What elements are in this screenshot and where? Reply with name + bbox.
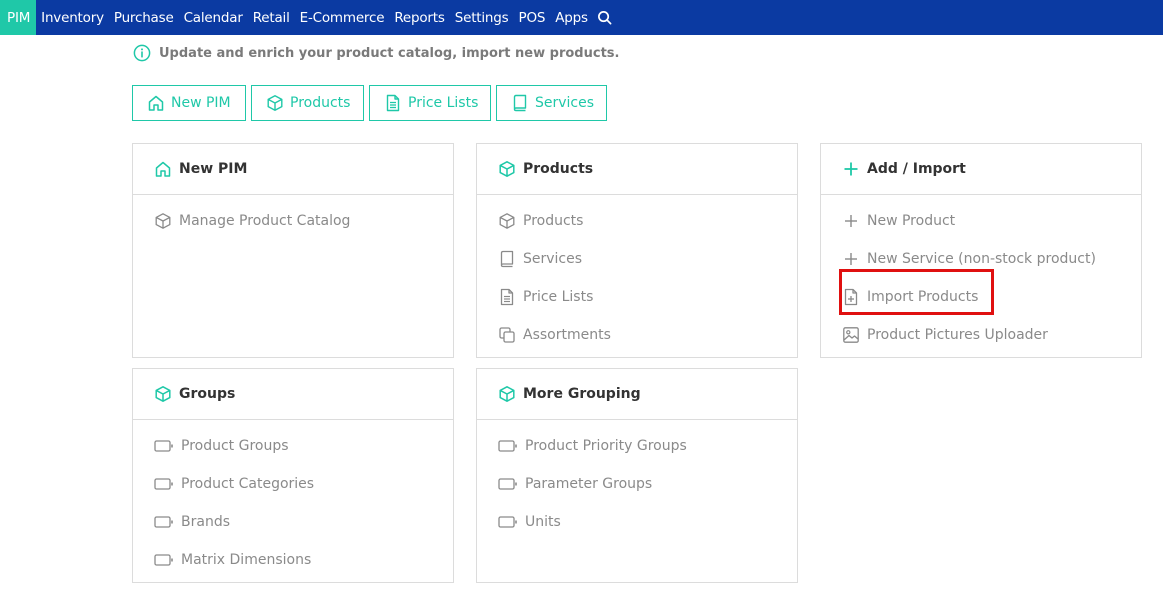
document-icon [384,94,402,112]
nav-item-pim[interactable]: PIM [0,0,37,35]
box-icon [498,385,516,403]
link-product-categories[interactable]: Product Categories [133,465,453,503]
link-assortments[interactable]: Assortments [477,316,797,354]
plus-icon [842,160,860,178]
nav-item-inventory[interactable]: Inventory [36,0,109,35]
nav-item-settings[interactable]: Settings [450,0,514,35]
info-icon [133,44,151,62]
link-product-pictures-uploader[interactable]: Product Pictures Uploader [821,316,1141,354]
copy-icon [498,326,516,344]
card-title: Groups [179,386,236,402]
box-icon [266,94,284,112]
card-title: Products [523,161,594,177]
link-matrix-dimensions[interactable]: Matrix Dimensions [133,541,453,579]
link-new-product[interactable]: New Product [821,202,1141,240]
nav-item-ecommerce[interactable]: E-Commerce [295,0,390,35]
card-header: Products [477,144,797,195]
folder-tag-icon [154,515,174,529]
products-button[interactable]: Products [251,85,364,121]
box-icon [154,212,172,230]
plus-icon [842,250,860,268]
card-title: New PIM [179,161,248,177]
card-title: Add / Import [867,161,966,177]
file-plus-icon [842,288,860,306]
link-manage-product-catalog[interactable]: Manage Product Catalog [133,202,453,240]
link-price-lists[interactable]: Price Lists [477,278,797,316]
book-icon [498,250,516,268]
link-new-service[interactable]: New Service (non-stock product) [821,240,1141,278]
services-button[interactable]: Services [496,85,607,121]
box-icon [154,385,172,403]
box-icon [498,212,516,230]
folder-tag-icon [498,439,518,453]
top-navigation: PIM Inventory Purchase Calendar Retail E… [0,0,1163,35]
folder-tag-icon [154,553,174,567]
box-icon [498,160,516,178]
card-more-grouping: More Grouping Product Priority Groups Pa… [476,368,798,583]
image-icon [842,326,860,344]
card-header: More Grouping [477,369,797,420]
link-product-priority-groups[interactable]: Product Priority Groups [477,427,797,465]
book-icon [511,94,529,112]
link-products[interactable]: Products [477,202,797,240]
card-products: Products Products Services Price Lists A… [476,143,798,358]
link-units[interactable]: Units [477,503,797,541]
card-header: Add / Import [821,144,1141,195]
nav-item-apps[interactable]: Apps [550,0,593,35]
info-text: Update and enrich your product catalog, … [159,45,620,61]
card-title: More Grouping [523,386,641,402]
home-icon [154,160,172,178]
info-message: Update and enrich your product catalog, … [133,44,619,62]
nav-item-purchase[interactable]: Purchase [109,0,179,35]
folder-tag-icon [154,439,174,453]
link-brands[interactable]: Brands [133,503,453,541]
nav-item-reports[interactable]: Reports [389,0,449,35]
home-icon [147,94,165,112]
quick-buttons: New PIM Products Price Lists Services [132,85,607,121]
plus-icon [842,212,860,230]
folder-tag-icon [498,477,518,491]
price-lists-button[interactable]: Price Lists [369,85,491,121]
nav-item-pos[interactable]: POS [514,0,551,35]
folder-tag-icon [154,477,174,491]
nav-item-calendar[interactable]: Calendar [179,0,248,35]
card-groups: Groups Product Groups Product Categories… [132,368,454,583]
card-header: Groups [133,369,453,420]
link-parameter-groups[interactable]: Parameter Groups [477,465,797,503]
nav-item-retail[interactable]: Retail [248,0,295,35]
folder-tag-icon [498,515,518,529]
link-import-products[interactable]: Import Products [821,278,1141,316]
link-services[interactable]: Services [477,240,797,278]
card-header: New PIM [133,144,453,195]
card-new-pim: New PIM Manage Product Catalog [132,143,454,358]
document-icon [498,288,516,306]
card-add-import: Add / Import New Product New Service (no… [820,143,1142,358]
search-icon[interactable] [593,0,617,35]
new-pim-button[interactable]: New PIM [132,85,246,121]
link-product-groups[interactable]: Product Groups [133,427,453,465]
